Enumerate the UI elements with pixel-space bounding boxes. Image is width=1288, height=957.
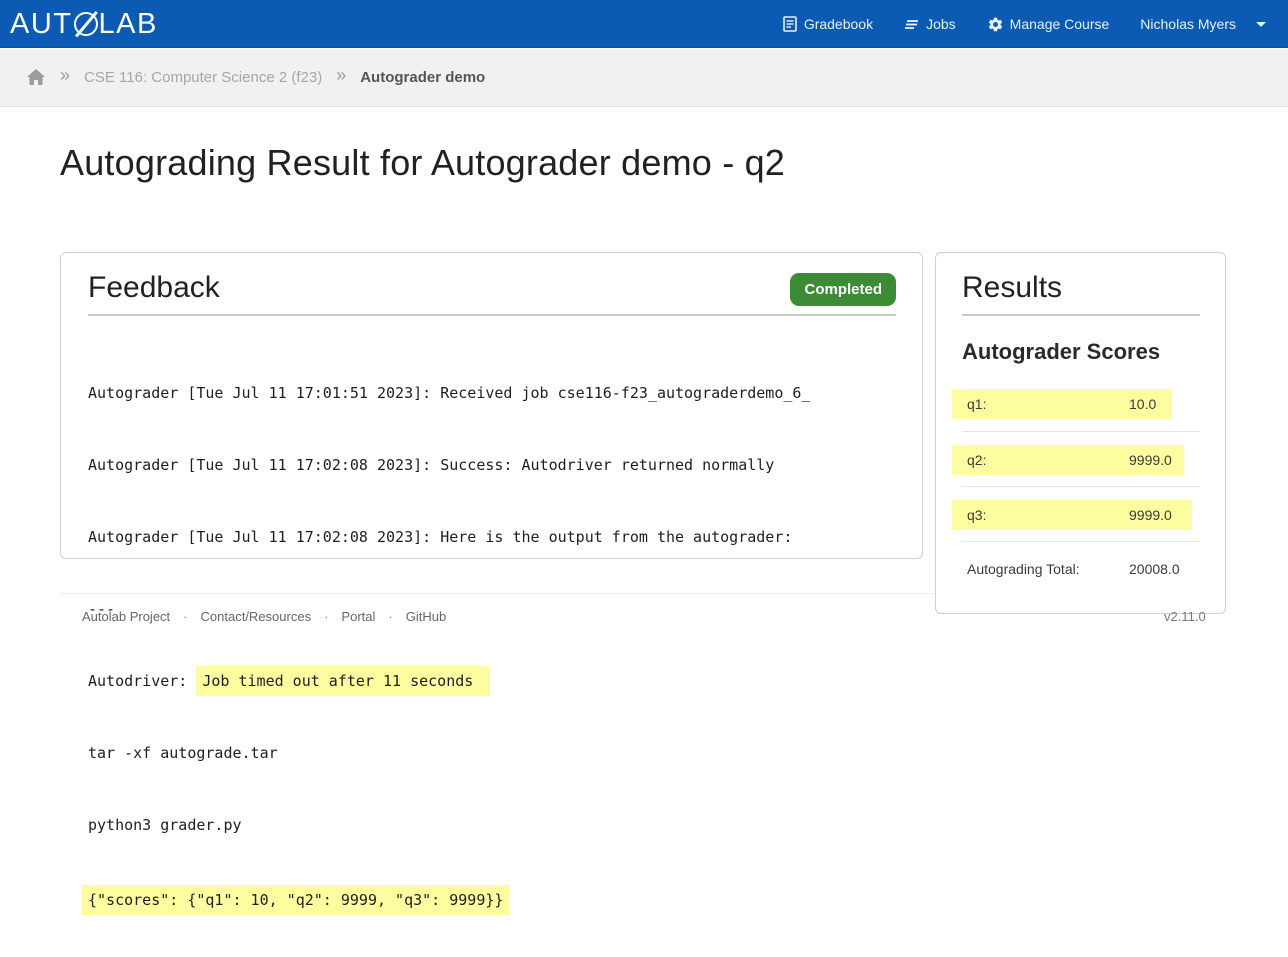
autodriver-prefix: Autodriver: [88,672,188,690]
feedback-card: Feedback Completed Autograder [Tue Jul 1… [60,252,923,915]
score-value: 9999.0 [1129,452,1172,468]
feedback-title: Feedback [88,271,220,304]
score-row-q3: q3: 9999.0 [952,500,1192,530]
user-menu[interactable]: Nicholas Myers [1140,16,1266,32]
nav-links: Gradebook Jobs Manage Course Nicholas My… [782,0,1288,48]
version-label: v2.11.0 [1164,609,1206,624]
results-card: Results Autograder Scores q1: 10.0 q2: 9… [935,252,1226,614]
score-value: 9999.0 [1129,507,1172,523]
output-line-scores: {"scores": {"q1": 10, "q2": 9999, "q3": … [82,885,810,915]
page-title: Autograding Result for Autograder demo -… [60,142,786,183]
score-label: q2: [967,452,987,468]
footer-separator: · [388,609,393,624]
autolab-logo[interactable]: AUT LAB [10,8,158,40]
breadcrumb: » CSE 116: Computer Science 2 (f23) » Au… [0,49,1288,107]
status-badge: Completed [790,273,896,306]
breadcrumb-separator-icon: » [60,65,71,85]
output-line: tar -xf autograde.tar [88,744,278,762]
breadcrumb-separator-icon: » [336,65,347,85]
breadcrumb-current: Autograder demo [360,69,486,86]
footer: Autolab Project · Contact/Resources · Po… [82,609,446,624]
output-line-autodriver: Autodriver: Job timed out after 11 secon… [88,666,810,696]
results-divider [962,314,1200,316]
nav-jobs[interactable]: Jobs [904,16,956,32]
jobs-icon [905,20,919,29]
gear-icon [988,17,1002,31]
footer-link-portal[interactable]: Portal [341,609,375,624]
nav-manage-course-label: Manage Course [1009,16,1110,32]
feedback-output: Autograder [Tue Jul 11 17:01:51 2023]: R… [82,333,811,957]
score-row-q1: q1: 10.0 [952,389,1172,419]
breadcrumb-course-link[interactable]: CSE 116: Computer Science 2 (f23) [84,69,322,86]
feedback-divider [88,314,896,316]
gradebook-icon [783,16,797,32]
score-row-q2: q2: 9999.0 [952,445,1184,475]
nav-manage-course[interactable]: Manage Course [987,16,1110,33]
output-line: Autograder [Tue Jul 11 17:02:08 2023]: H… [88,528,793,546]
footer-separator: · [324,609,329,624]
nav-jobs-label: Jobs [926,16,956,32]
home-icon[interactable] [26,68,46,86]
footer-divider [60,593,935,594]
timeout-highlight: Job timed out after 11 seconds [196,666,491,696]
footer-link-contact[interactable]: Contact/Resources [201,609,312,624]
user-name: Nicholas Myers [1140,16,1236,32]
scores-highlight: {"scores": {"q1": 10, "q2": 9999, "q3": … [82,885,510,915]
nav-gradebook[interactable]: Gradebook [782,16,873,32]
nav-gradebook-label: Gradebook [803,16,874,32]
score-divider [962,486,1200,487]
footer-separator: · [183,609,188,624]
logo-text-right: LAB [98,7,158,40]
score-label: q3: [967,507,987,523]
footer-link-github[interactable]: GitHub [406,609,446,624]
results-title: Results [962,271,1063,304]
logo-text-left: AUT [10,7,73,40]
score-divider [962,431,1200,432]
score-divider [962,541,1200,542]
caret-down-icon [1256,21,1266,27]
top-navbar: AUT LAB Gradebook Jobs Manage Course Nic… [0,0,1288,48]
total-label: Autograding Total: [967,561,1080,577]
autograder-scores-heading: Autograder Scores [962,339,1161,364]
score-label: q1: [967,396,987,412]
footer-link-autolab-project[interactable]: Autolab Project [82,609,170,624]
score-value: 10.0 [1129,396,1157,412]
logo-slashed-o-icon [73,12,98,36]
autograding-total-row: Autograding Total: 20008.0 [967,561,1180,577]
output-line: Autograder [Tue Jul 11 17:02:08 2023]: S… [88,456,775,474]
output-line: python3 grader.py [88,816,242,834]
output-line: Autograder [Tue Jul 11 17:01:51 2023]: R… [88,384,811,402]
total-value: 20008.0 [1129,561,1180,577]
